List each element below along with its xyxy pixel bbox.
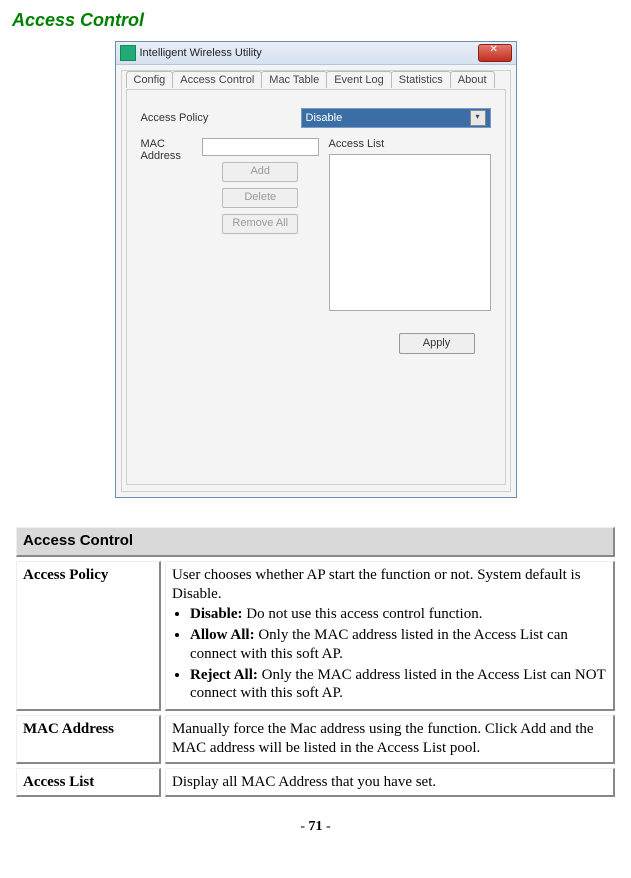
access-list-box[interactable] xyxy=(329,154,491,311)
row-key-access-list: Access List xyxy=(16,768,161,798)
chevron-down-icon: ▾ xyxy=(470,110,486,126)
page-footer: - 71 - xyxy=(12,819,619,835)
delete-button[interactable]: Delete xyxy=(222,188,298,208)
screenshot-figure: Intelligent Wireless Utility Config Acce… xyxy=(12,41,619,498)
close-icon[interactable] xyxy=(478,44,512,62)
row-key-mac-address: MAC Address xyxy=(16,715,161,764)
tab-about[interactable]: About xyxy=(450,71,495,88)
apply-button[interactable]: Apply xyxy=(399,333,475,354)
window-title: Intelligent Wireless Utility xyxy=(140,47,478,59)
access-policy-select[interactable]: Disable ▾ xyxy=(301,108,491,128)
row-desc-access-list: Display all MAC Address that you have se… xyxy=(165,768,615,798)
tab-panel: Access Policy Disable ▾ MAC Address Add … xyxy=(126,89,506,485)
app-window: Intelligent Wireless Utility Config Acce… xyxy=(115,41,517,498)
access-policy-label: Access Policy xyxy=(141,112,221,124)
row-desc-access-policy: User chooses whether AP start the functi… xyxy=(165,561,615,711)
access-policy-value: Disable xyxy=(306,112,343,124)
app-icon xyxy=(120,45,136,61)
remove-all-button[interactable]: Remove All xyxy=(222,214,298,234)
add-button[interactable]: Add xyxy=(222,162,298,182)
tab-mac-table[interactable]: Mac Table xyxy=(261,71,327,88)
titlebar: Intelligent Wireless Utility xyxy=(116,42,516,65)
tab-statistics[interactable]: Statistics xyxy=(391,71,451,88)
tab-config[interactable]: Config xyxy=(126,71,174,88)
page-heading: Access Control xyxy=(12,10,619,31)
tab-event-log[interactable]: Event Log xyxy=(326,71,392,88)
tab-strip: Config Access Control Mac Table Event Lo… xyxy=(126,71,506,88)
mac-address-label: MAC Address xyxy=(141,138,203,162)
table-header: Access Control xyxy=(16,527,615,557)
description-table: Access Control Access Policy User choose… xyxy=(12,523,619,801)
row-desc-mac-address: Manually force the Mac address using the… xyxy=(165,715,615,764)
row-key-access-policy: Access Policy xyxy=(16,561,161,711)
access-list-label: Access List xyxy=(329,138,491,150)
mac-address-input[interactable] xyxy=(202,138,319,156)
tab-access-control[interactable]: Access Control xyxy=(172,71,262,88)
